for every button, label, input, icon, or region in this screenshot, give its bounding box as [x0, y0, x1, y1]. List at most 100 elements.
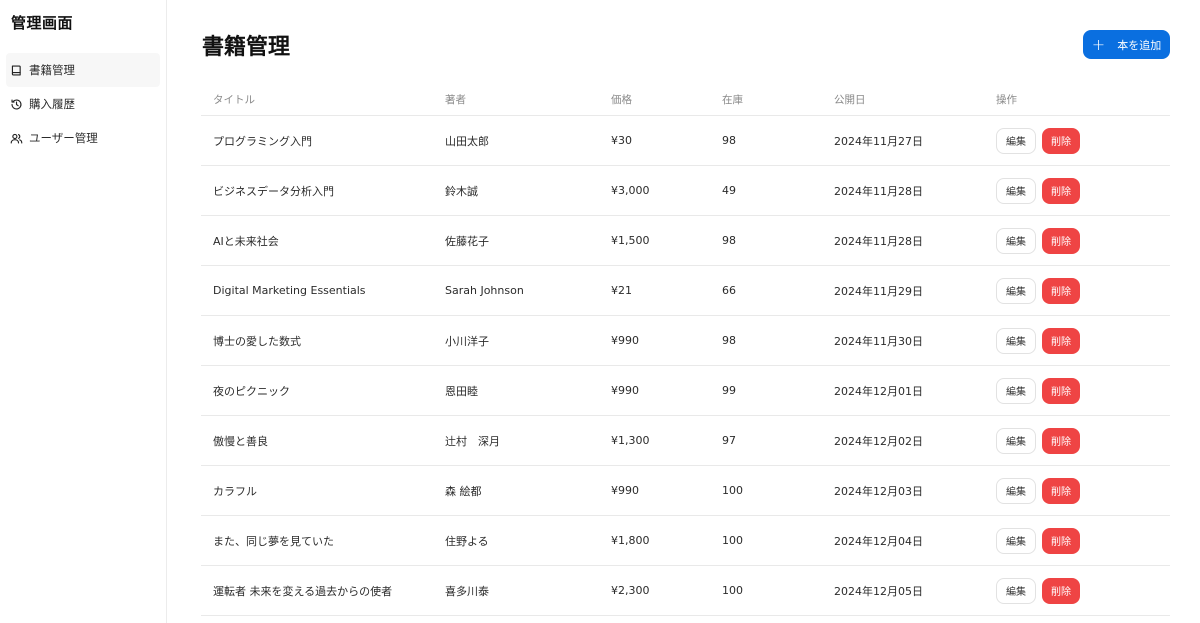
- column-header-stock: 在庫: [722, 94, 743, 106]
- row-actions: 編集 削除: [996, 427, 1080, 454]
- table-row: カラフル 森 絵都 ¥990 100 2024年12月03日 編集 削除: [201, 466, 1170, 516]
- book-publish-date: 2024年12月03日: [834, 484, 923, 498]
- book-title: カラフル: [213, 484, 257, 498]
- book-title: Digital Marketing Essentials: [213, 284, 366, 297]
- edit-button[interactable]: 編集: [996, 427, 1036, 454]
- book-publish-date: 2024年11月29日: [834, 284, 923, 298]
- column-header-actions: 操作: [996, 94, 1017, 106]
- book-publish-date: 2024年11月28日: [834, 234, 923, 248]
- book-author: 佐藤花子: [445, 234, 489, 248]
- book-price: ¥21: [611, 284, 632, 297]
- delete-button[interactable]: 削除: [1042, 177, 1080, 204]
- delete-button[interactable]: 削除: [1042, 477, 1080, 504]
- book-stock: 66: [722, 284, 736, 297]
- book-author: 喜多川泰: [445, 584, 489, 598]
- table-row: 博士の愛した数式 小川洋子 ¥990 98 2024年11月30日 編集 削除: [201, 316, 1170, 366]
- book-author: 住野よる: [445, 534, 489, 548]
- edit-button[interactable]: 編集: [996, 227, 1036, 254]
- table-row: Digital Marketing Essentials Sarah Johnso…: [201, 266, 1170, 316]
- table-row: 夜のピクニック 恩田睦 ¥990 99 2024年12月01日 編集 削除: [201, 366, 1170, 416]
- book-stock: 49: [722, 184, 736, 197]
- book-price: ¥1,500: [611, 234, 650, 247]
- book-price: ¥990: [611, 384, 639, 397]
- book-author: 鈴木誠: [445, 184, 478, 198]
- edit-button[interactable]: 編集: [996, 377, 1036, 404]
- row-actions: 編集 削除: [996, 227, 1080, 254]
- sidebar-item-users[interactable]: ユーザー管理: [6, 121, 160, 155]
- main-content: 書籍管理 + 本を追加 タイトル 著者 価格 在庫 公開日 操作 プログラミング…: [167, 0, 1200, 623]
- books-table: タイトル 著者 価格 在庫 公開日 操作 プログラミング入門 山田太郎 ¥30 98 2…: [201, 84, 1170, 616]
- table-body: プログラミング入門 山田太郎 ¥30 98 2024年11月27日 編集 削除 ビジネスデータ…: [201, 116, 1170, 616]
- book-title: ビジネスデータ分析入門: [213, 184, 334, 198]
- delete-button[interactable]: 削除: [1042, 377, 1080, 404]
- book-stock: 98: [722, 134, 736, 147]
- table-header: タイトル 著者 価格 在庫 公開日 操作: [201, 84, 1170, 116]
- row-actions: 編集 削除: [996, 527, 1080, 554]
- book-stock: 99: [722, 384, 736, 397]
- edit-button[interactable]: 編集: [996, 177, 1036, 204]
- delete-button[interactable]: 削除: [1042, 127, 1080, 154]
- table-row: AIと未来社会 佐藤花子 ¥1,500 98 2024年11月28日 編集 削除: [201, 216, 1170, 266]
- row-actions: 編集 削除: [996, 477, 1080, 504]
- sidebar-item-label: 書籍管理: [29, 63, 75, 77]
- book-stock: 100: [722, 534, 743, 547]
- table-row: プログラミング入門 山田太郎 ¥30 98 2024年11月27日 編集 削除: [201, 116, 1170, 166]
- book-publish-date: 2024年12月01日: [834, 384, 923, 398]
- book-price: ¥990: [611, 334, 639, 347]
- delete-button[interactable]: 削除: [1042, 427, 1080, 454]
- edit-button[interactable]: 編集: [996, 527, 1036, 554]
- sidebar-nav: 書籍管理 購入履歴 ユーザー管理: [0, 53, 166, 155]
- book-price: ¥3,000: [611, 184, 650, 197]
- sidebar-item-purchase-history[interactable]: 購入履歴: [6, 87, 160, 121]
- book-title: 夜のピクニック: [213, 384, 290, 398]
- edit-button[interactable]: 編集: [996, 477, 1036, 504]
- edit-button[interactable]: 編集: [996, 127, 1036, 154]
- delete-button[interactable]: 削除: [1042, 577, 1080, 604]
- app-title: 管理画面: [11, 14, 74, 32]
- column-header-price: 価格: [611, 94, 632, 106]
- book-publish-date: 2024年11月28日: [834, 184, 923, 198]
- book-stock: 98: [722, 334, 736, 347]
- book-title: プログラミング入門: [213, 134, 312, 148]
- book-stock: 98: [722, 234, 736, 247]
- book-author: 小川洋子: [445, 334, 489, 348]
- book-publish-date: 2024年12月02日: [834, 434, 923, 448]
- table-row: 傲慢と善良 辻村 深月 ¥1,300 97 2024年12月02日 編集 削除: [201, 416, 1170, 466]
- book-author: 山田太郎: [445, 134, 489, 148]
- delete-button[interactable]: 削除: [1042, 227, 1080, 254]
- column-header-date: 公開日: [834, 94, 866, 106]
- book-price: ¥1,300: [611, 434, 650, 447]
- table-row: また、同じ夢を見ていた 住野よる ¥1,800 100 2024年12月04日 編集 削除: [201, 516, 1170, 566]
- edit-button[interactable]: 編集: [996, 327, 1036, 354]
- delete-button[interactable]: 削除: [1042, 277, 1080, 304]
- row-actions: 編集 削除: [996, 327, 1080, 354]
- sidebar-item-books[interactable]: 書籍管理: [6, 53, 160, 87]
- book-title: 傲慢と善良: [213, 434, 268, 448]
- add-book-button-label: 本を追加: [1117, 38, 1162, 52]
- users-icon: [10, 132, 23, 145]
- table-row: 運転者 未来を変える過去からの使者 喜多川泰 ¥2,300 100 2024年12月05…: [201, 566, 1170, 616]
- history-icon: [10, 98, 23, 111]
- sidebar-item-label: ユーザー管理: [29, 131, 98, 145]
- column-header-title: タイトル: [213, 94, 255, 106]
- book-author: 辻村 深月: [445, 434, 500, 448]
- add-book-button[interactable]: + 本を追加: [1083, 30, 1170, 59]
- delete-button[interactable]: 削除: [1042, 327, 1080, 354]
- column-header-author: 著者: [445, 94, 466, 106]
- row-actions: 編集 削除: [996, 577, 1080, 604]
- book-title: また、同じ夢を見ていた: [213, 534, 334, 548]
- table-row: ビジネスデータ分析入門 鈴木誠 ¥3,000 49 2024年11月28日 編集 削除: [201, 166, 1170, 216]
- edit-button[interactable]: 編集: [996, 577, 1036, 604]
- edit-button[interactable]: 編集: [996, 277, 1036, 304]
- sidebar: 管理画面 書籍管理 購入履歴 ユーザー管理: [0, 0, 167, 623]
- plus-icon: +: [1091, 34, 1106, 54]
- book-stock: 100: [722, 484, 743, 497]
- delete-button[interactable]: 削除: [1042, 527, 1080, 554]
- book-price: ¥30: [611, 134, 632, 147]
- book-publish-date: 2024年12月05日: [834, 584, 923, 598]
- book-author: 恩田睦: [445, 384, 478, 398]
- book-publish-date: 2024年11月30日: [834, 334, 923, 348]
- row-actions: 編集 削除: [996, 377, 1080, 404]
- book-stock: 100: [722, 584, 743, 597]
- book-publish-date: 2024年12月04日: [834, 534, 923, 548]
